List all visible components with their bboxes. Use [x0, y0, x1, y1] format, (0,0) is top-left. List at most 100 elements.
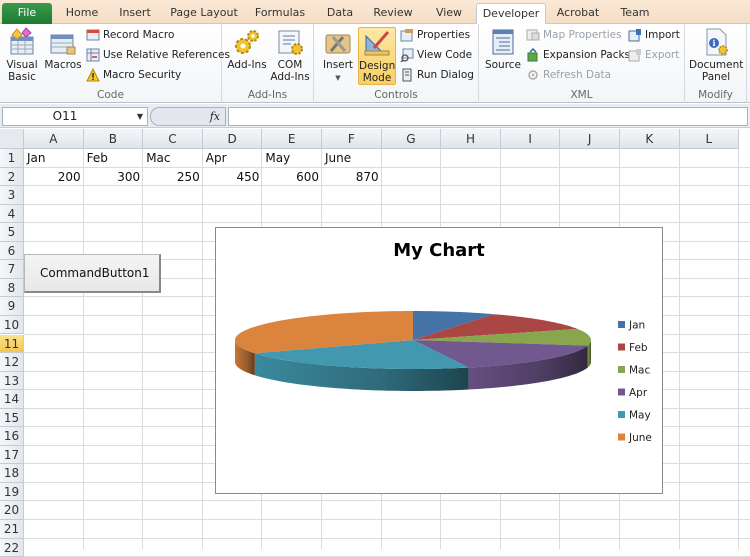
macros-button[interactable]: Macros [44, 27, 82, 71]
name-box[interactable]: O11 ▼ [2, 107, 148, 126]
macro-security-button[interactable]: Macro Security [86, 66, 181, 84]
tab-developer[interactable]: Developer [476, 3, 546, 25]
cell-f2[interactable]: 870 [322, 168, 382, 186]
import-button[interactable]: Import [628, 26, 680, 44]
tab-data[interactable]: Data [320, 3, 360, 24]
formula-input[interactable] [228, 107, 748, 126]
cell-e2[interactable]: 600 [262, 168, 322, 186]
refresh-data-label: Refresh Data [543, 69, 612, 81]
gridline-vertical [201, 149, 203, 549]
column-header-j[interactable]: J [560, 129, 620, 149]
row-header-20[interactable]: 20 [0, 501, 24, 520]
row-header-15[interactable]: 15 [0, 408, 24, 428]
legend-label-jan: Jan [628, 320, 645, 332]
cell-c2[interactable]: 250 [143, 168, 203, 186]
group-label-add-ins: Add-Ins [247, 89, 288, 101]
add-ins-label: Add-Ins [227, 59, 267, 71]
properties-button[interactable]: Properties [400, 26, 470, 44]
insert-control-button[interactable]: Insert ▼ [320, 27, 356, 84]
column-header-c[interactable]: C [143, 129, 203, 149]
tab-insert[interactable]: Insert [112, 3, 158, 24]
import-icon [628, 29, 641, 42]
expansion-packs-button[interactable]: Expansion Packs [526, 46, 630, 64]
document-panel-button[interactable]: i Document Panel [689, 27, 743, 83]
gears-icon [235, 30, 259, 54]
cell-a1[interactable]: Jan [24, 149, 84, 167]
row-header-2[interactable]: 2 [0, 167, 24, 187]
row-header-11[interactable]: 11 [0, 334, 24, 354]
gridline-horizontal [24, 222, 750, 224]
cell-e1[interactable]: May [262, 149, 322, 167]
column-header-b[interactable]: B [83, 129, 144, 149]
tab-page-layout[interactable]: Page Layout [166, 3, 242, 24]
record-macro-button[interactable]: Record Macro [86, 26, 174, 44]
tab-review[interactable]: Review [368, 3, 418, 24]
command-button-1[interactable]: CommandButton1 [24, 254, 161, 293]
row-header-9[interactable]: 9 [0, 297, 24, 316]
row-header-12[interactable]: 12 [0, 353, 24, 372]
tab-view[interactable]: View [428, 3, 470, 24]
column-header-i[interactable]: I [500, 129, 561, 149]
map-properties-button[interactable]: Map Properties [526, 26, 622, 44]
group-label-code: Code [97, 89, 124, 101]
row-header-16[interactable]: 16 [0, 427, 24, 446]
row-header-8[interactable]: 8 [0, 278, 24, 298]
cell-b2[interactable]: 300 [84, 168, 144, 186]
row-header-5[interactable]: 5 [0, 223, 24, 242]
column-header-g[interactable]: G [381, 129, 442, 149]
add-ins-button[interactable]: Add-Ins [227, 27, 267, 71]
column-header-k[interactable]: K [620, 129, 680, 149]
tab-acrobat[interactable]: Acrobat [552, 3, 604, 24]
row-header-1[interactable]: 1 [0, 149, 24, 168]
cell-f1[interactable]: June [322, 149, 382, 167]
gridline-horizontal [24, 500, 750, 502]
column-header-f[interactable]: F [322, 129, 382, 149]
gridline-vertical [738, 149, 740, 549]
row-header-19[interactable]: 19 [0, 482, 24, 502]
insert-function-button[interactable]: fx [150, 107, 226, 126]
row-header-10[interactable]: 10 [0, 315, 24, 335]
cell-a2[interactable]: 200 [24, 168, 84, 186]
cell-d1[interactable]: Apr [203, 149, 263, 167]
run-dialog-button[interactable]: Run Dialog [400, 66, 474, 84]
tab-file[interactable]: File [2, 3, 52, 24]
select-all-button[interactable] [0, 129, 24, 149]
cell-b1[interactable]: Feb [84, 149, 144, 167]
pie-chart[interactable]: My Chart Jan Feb Mac Apr May June [215, 227, 663, 494]
document-panel-icon: i [706, 28, 728, 56]
column-header-e[interactable]: E [262, 129, 322, 149]
column-header-a[interactable]: A [24, 129, 84, 149]
com-add-ins-button[interactable]: COM Add-Ins [270, 27, 310, 83]
column-header-d[interactable]: D [202, 129, 263, 149]
cell-d2[interactable]: 450 [203, 168, 263, 186]
row-header-22[interactable]: 22 [0, 538, 24, 557]
source-button[interactable]: Source [483, 27, 523, 71]
group-label-modify: Modify [698, 89, 733, 101]
row-header-13[interactable]: 13 [0, 371, 24, 391]
row-header-17[interactable]: 17 [0, 445, 24, 465]
fx-icon: fx [209, 110, 220, 123]
tab-home[interactable]: Home [60, 3, 104, 24]
export-button[interactable]: Export [628, 46, 679, 64]
record-macro-icon [86, 29, 100, 41]
row-header-21[interactable]: 21 [0, 520, 24, 539]
column-header-l[interactable]: L [679, 129, 740, 149]
refresh-data-button[interactable]: Refresh Data [526, 66, 611, 84]
name-box-dropdown-icon[interactable]: ▼ [137, 108, 143, 125]
group-controls: Insert ▼ Design Mode Properties View Cod… [314, 24, 479, 103]
tab-formulas[interactable]: Formulas [250, 3, 310, 24]
cell-c1[interactable]: Mac [143, 149, 203, 167]
group-modify: i Document Panel Modify [685, 24, 747, 103]
row-header-18[interactable]: 18 [0, 464, 24, 483]
row-header-7[interactable]: 7 [0, 260, 24, 279]
column-header-h[interactable]: H [441, 129, 501, 149]
row-header-6[interactable]: 6 [0, 241, 24, 261]
visual-basic-button[interactable]: Visual Basic [3, 27, 41, 83]
view-code-button[interactable]: View Code [400, 46, 472, 64]
row-header-4[interactable]: 4 [0, 204, 24, 224]
use-relative-references-button[interactable]: Use Relative References [86, 46, 230, 64]
design-mode-button[interactable]: Design Mode [358, 27, 396, 85]
row-header-14[interactable]: 14 [0, 390, 24, 409]
tab-team[interactable]: Team [614, 3, 656, 24]
row-header-3[interactable]: 3 [0, 186, 24, 205]
